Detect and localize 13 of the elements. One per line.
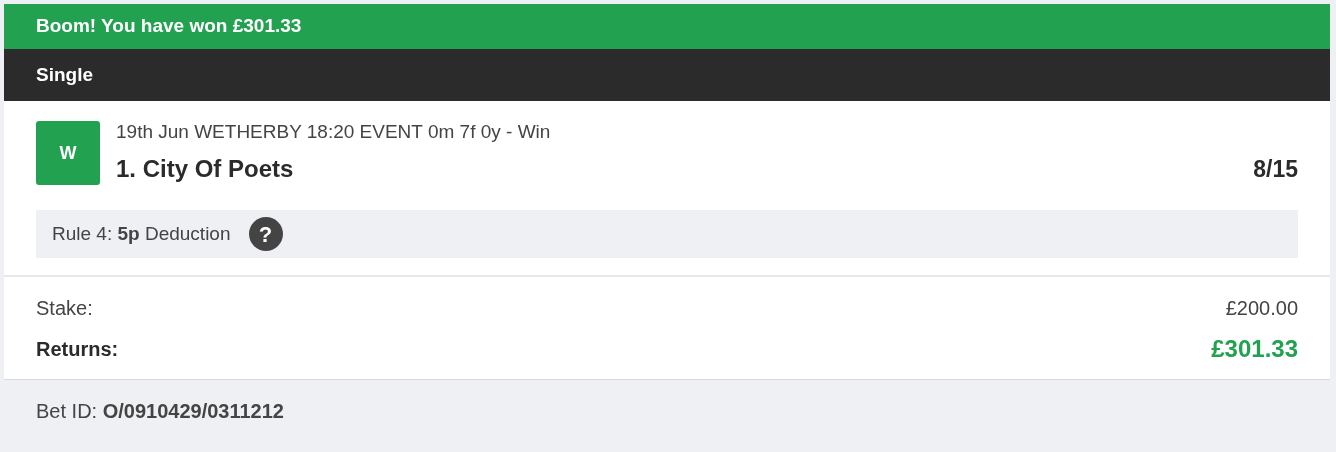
rule4-text: Rule 4: 5p Deduction bbox=[52, 221, 231, 246]
bet-id: Bet ID: O/0910429/0311212 bbox=[36, 400, 284, 422]
summary-value: £200.00 bbox=[1225, 296, 1298, 321]
event-info: 19th Jun WETHERBY 18:20 EVENT 0m 7f 0y - Win bbox=[116, 121, 552, 143]
summary-value: £301.33 bbox=[1211, 334, 1298, 364]
summary-label: Returns: bbox=[36, 337, 119, 362]
help-icon[interactable]: ? bbox=[248, 217, 283, 251]
odds: 8/15 bbox=[1253, 154, 1298, 184]
result-badge: W bbox=[36, 121, 100, 185]
bet-type-header: Single bbox=[4, 49, 1330, 101]
runner-name: 1. City Of Poets bbox=[116, 154, 294, 184]
summary-label: Stake: bbox=[36, 296, 93, 321]
win-banner: Boom! You have won £301.33 bbox=[4, 4, 1330, 49]
